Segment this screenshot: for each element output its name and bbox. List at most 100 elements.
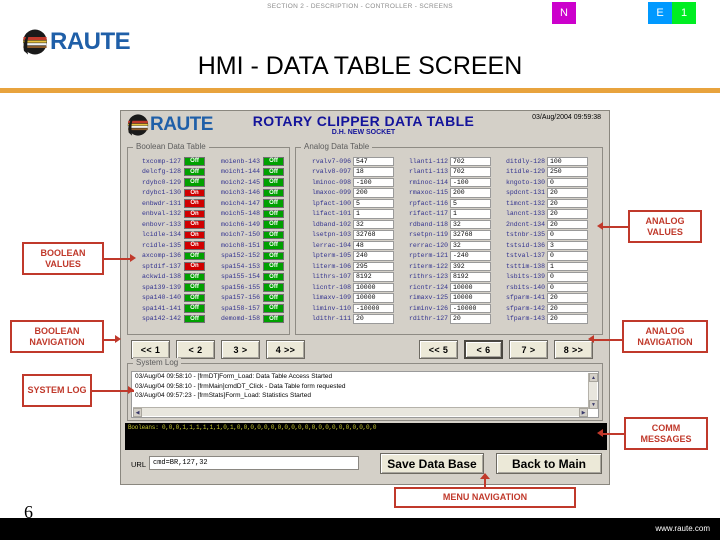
analog-nav-button-1[interactable]: << 5 (419, 340, 458, 359)
boolean-state-indicator[interactable]: Off (263, 209, 284, 218)
analog-value-input[interactable]: 32 (450, 240, 491, 250)
boolean-state-indicator[interactable]: Off (184, 293, 205, 302)
analog-value-input[interactable]: 0 (547, 251, 588, 261)
boolean-nav-button-2[interactable]: < 2 (176, 340, 215, 359)
analog-value-input[interactable]: 702 (450, 167, 491, 177)
analog-value-input[interactable]: 20 (547, 209, 588, 219)
boolean-state-indicator[interactable]: Off (263, 272, 284, 281)
analog-value-input[interactable]: -10000 (353, 303, 394, 313)
save-data-base-button[interactable]: Save Data Base (380, 453, 484, 474)
boolean-nav-button-4[interactable]: 4 >> (266, 340, 305, 359)
analog-value-input[interactable]: 250 (547, 167, 588, 177)
boolean-state-indicator[interactable]: Off (184, 178, 205, 187)
analog-value-input[interactable]: 10000 (353, 282, 394, 292)
analog-value-input[interactable]: 392 (450, 261, 491, 271)
boolean-state-indicator[interactable]: Off (263, 199, 284, 208)
boolean-state-indicator[interactable]: Off (263, 178, 284, 187)
analog-value-input[interactable]: -10000 (450, 303, 491, 313)
boolean-state-indicator[interactable]: Off (184, 272, 205, 281)
analog-nav-button-2[interactable]: < 6 (464, 340, 503, 359)
analog-value-input[interactable]: 5 (450, 198, 491, 208)
boolean-state-indicator[interactable]: On (184, 230, 205, 239)
analog-value-input[interactable]: 32768 (450, 230, 491, 240)
boolean-state-indicator[interactable]: Off (184, 251, 205, 260)
analog-value-input[interactable]: 1 (547, 261, 588, 271)
scroll-up-icon[interactable]: ▲ (589, 373, 598, 382)
analog-value-input[interactable]: -240 (450, 251, 491, 261)
scroll-left-icon[interactable]: ◀ (133, 408, 142, 417)
analog-value-input[interactable]: 5 (353, 198, 394, 208)
boolean-row: rdybc0-129 Off (132, 177, 205, 188)
boolean-state-indicator[interactable]: Off (263, 293, 284, 302)
boolean-nav-button-1[interactable]: << 1 (131, 340, 170, 359)
analog-value-input[interactable]: 0 (547, 177, 588, 187)
boolean-state-indicator[interactable]: On (184, 199, 205, 208)
analog-tag-name: lifact-101 (311, 210, 351, 218)
scroll-right-icon[interactable]: ▶ (579, 408, 588, 417)
analog-value-input[interactable]: 20 (547, 219, 588, 229)
analog-value-input[interactable]: 0 (547, 272, 588, 282)
boolean-state-indicator[interactable]: Off (184, 157, 205, 166)
boolean-state-indicator[interactable]: On (184, 188, 205, 197)
boolean-state-indicator[interactable]: Off (184, 314, 205, 323)
analog-value-input[interactable]: 20 (547, 188, 588, 198)
boolean-state-indicator[interactable]: Off (184, 283, 205, 292)
analog-value-input[interactable]: 1 (353, 209, 394, 219)
boolean-state-indicator[interactable]: On (184, 241, 205, 250)
back-to-main-button[interactable]: Back to Main (496, 453, 602, 474)
boolean-state-indicator[interactable]: Off (263, 262, 284, 271)
analog-value-input[interactable]: 702 (450, 156, 491, 166)
boolean-state-indicator[interactable]: Off (263, 241, 284, 250)
analog-value-input[interactable]: 20 (547, 303, 588, 313)
analog-nav-button-3[interactable]: 7 > (509, 340, 548, 359)
url-input[interactable]: cmd=BR,127,32 (149, 456, 359, 470)
boolean-state-indicator[interactable]: On (184, 262, 205, 271)
boolean-state-indicator[interactable]: On (184, 220, 205, 229)
analog-value-input[interactable]: 32 (450, 219, 491, 229)
boolean-state-indicator[interactable]: Off (263, 304, 284, 313)
scroll-down-icon[interactable]: ▼ (589, 400, 598, 409)
boolean-state-indicator[interactable]: Off (263, 157, 284, 166)
boolean-state-indicator[interactable]: Off (263, 251, 284, 260)
boolean-state-indicator[interactable]: Off (184, 304, 205, 313)
analog-value-input[interactable]: 200 (450, 188, 491, 198)
analog-value-input[interactable]: 20 (547, 293, 588, 303)
analog-value-input[interactable]: 10000 (450, 293, 491, 303)
boolean-state-indicator[interactable]: Off (263, 220, 284, 229)
boolean-state-indicator[interactable]: Off (263, 314, 284, 323)
analog-value-input[interactable]: 20 (450, 314, 491, 324)
analog-value-input[interactable]: 1 (450, 209, 491, 219)
analog-value-input[interactable]: 10000 (450, 282, 491, 292)
analog-value-input[interactable]: 20 (547, 314, 588, 324)
boolean-nav-button-3[interactable]: 3 > (221, 340, 260, 359)
analog-value-input[interactable]: 547 (353, 156, 394, 166)
system-log-area[interactable]: 03/Aug/04 09:58:10 - [frmDT]Form_Load: D… (131, 371, 599, 418)
analog-row: lminoc-098 -100 (300, 177, 394, 188)
analog-value-input[interactable]: 48 (353, 240, 394, 250)
analog-value-input[interactable]: 20 (547, 198, 588, 208)
analog-value-input[interactable]: 240 (353, 251, 394, 261)
analog-value-input[interactable]: 0 (547, 282, 588, 292)
boolean-state-indicator[interactable]: Off (263, 230, 284, 239)
boolean-state-indicator[interactable]: On (184, 209, 205, 218)
analog-value-input[interactable]: 32768 (353, 230, 394, 240)
boolean-state-indicator[interactable]: Off (263, 167, 284, 176)
analog-value-input[interactable]: 20 (353, 314, 394, 324)
analog-value-input[interactable]: -100 (450, 177, 491, 187)
analog-value-input[interactable]: 3 (547, 240, 588, 250)
analog-value-input[interactable]: 295 (353, 261, 394, 271)
boolean-state-indicator[interactable]: Off (184, 167, 205, 176)
analog-value-input[interactable]: 10000 (353, 293, 394, 303)
log-horizontal-scrollbar[interactable]: ◀ ▶ (133, 407, 588, 417)
analog-value-input[interactable]: 32 (353, 219, 394, 229)
boolean-state-indicator[interactable]: Off (263, 188, 284, 197)
analog-value-input[interactable]: -100 (353, 177, 394, 187)
analog-value-input[interactable]: 8192 (450, 272, 491, 282)
analog-value-input[interactable]: 200 (353, 188, 394, 198)
boolean-state-indicator[interactable]: Off (263, 283, 284, 292)
analog-value-input[interactable]: 0 (547, 230, 588, 240)
analog-value-input[interactable]: 18 (353, 167, 394, 177)
analog-value-input[interactable]: 8192 (353, 272, 394, 282)
log-vertical-scrollbar[interactable]: ▲ ▼ (588, 373, 598, 409)
analog-value-input[interactable]: 100 (547, 156, 588, 166)
